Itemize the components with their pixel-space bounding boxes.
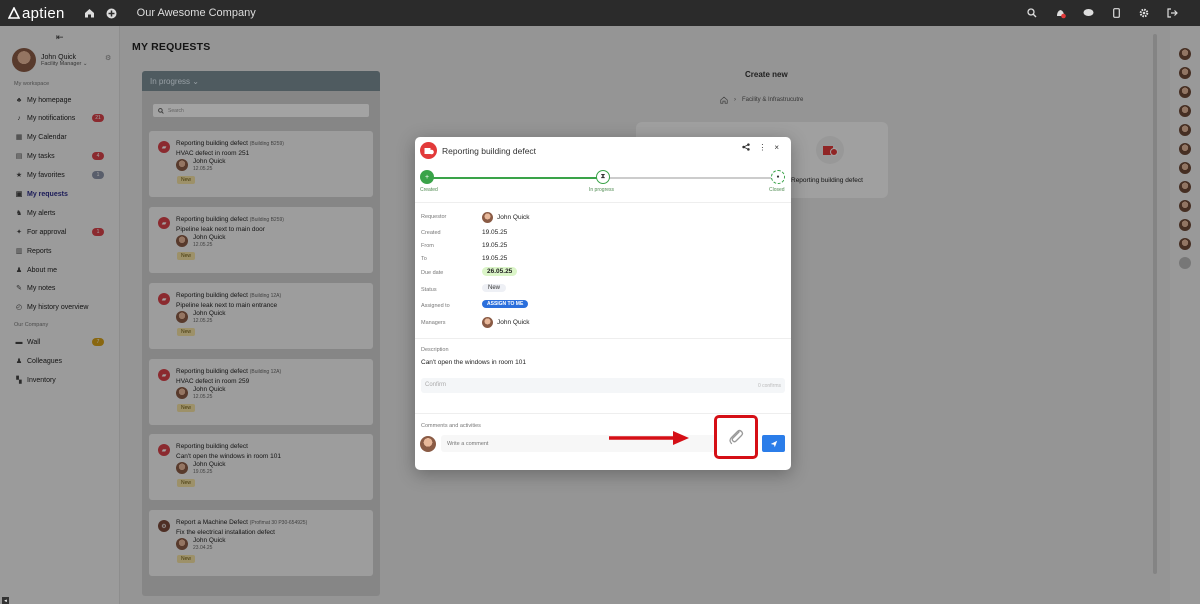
share-icon[interactable] — [742, 143, 751, 153]
avatar — [482, 317, 493, 328]
more-options-icon[interactable]: ⋮ — [758, 143, 766, 153]
status-label: Status — [421, 287, 437, 293]
step-created-icon[interactable]: + — [420, 170, 434, 184]
step-created-label: Created — [420, 187, 438, 193]
search-icon[interactable] — [1022, 8, 1042, 18]
request-detail-modal: Reporting building defect ⋮ × + ⧗ ● Crea… — [415, 137, 791, 470]
from-label: From — [421, 243, 434, 249]
annotation-arrow-icon — [609, 431, 689, 445]
description-text: Can't open the windows in room 101 — [421, 359, 526, 366]
to-value: 19.05.25 — [482, 255, 508, 262]
to-label: To — [421, 256, 427, 262]
logout-icon[interactable] — [1162, 8, 1182, 18]
confirm-button[interactable]: Confirm 0 confirms — [421, 378, 785, 393]
created-value: 19.05.25 — [482, 229, 508, 236]
step-closed-icon[interactable]: ● — [771, 170, 785, 184]
avatar — [420, 436, 436, 452]
requestor-label: Requestor — [421, 214, 447, 220]
step-closed-label: Closed — [769, 187, 785, 193]
send-comment-button[interactable] — [762, 435, 785, 452]
divider — [415, 338, 791, 339]
modal-title: Reporting building defect — [442, 146, 537, 156]
settings-icon[interactable] — [1134, 8, 1154, 18]
comment-input[interactable] — [441, 435, 755, 452]
app-logo[interactable]: aptien — [8, 5, 65, 22]
manager-value[interactable]: John Quick — [482, 317, 530, 328]
requestor-value[interactable]: John Quick — [482, 212, 530, 223]
progress-line-done — [427, 177, 603, 179]
assigned-to-label: Assigned to — [421, 303, 450, 309]
due-date-label: Due date — [421, 270, 444, 276]
avatar — [482, 212, 493, 223]
add-icon[interactable] — [101, 8, 123, 19]
status-badge: New — [482, 284, 507, 292]
attach-file-button[interactable] — [714, 415, 758, 459]
due-date-value[interactable]: 26.05.25 — [482, 267, 518, 276]
home-icon[interactable] — [79, 8, 101, 18]
company-name[interactable]: Our Awesome Company — [137, 7, 256, 19]
logo-text: aptien — [22, 4, 65, 22]
status-value[interactable]: New — [482, 284, 507, 292]
logo-icon — [8, 7, 20, 19]
divider — [415, 413, 791, 414]
mobile-icon[interactable] — [1106, 8, 1126, 18]
description-label: Description — [421, 347, 449, 353]
confirm-count: 0 confirms — [757, 383, 781, 389]
paperclip-icon — [729, 429, 744, 445]
step-in-progress-icon[interactable]: ⧗ — [596, 170, 610, 184]
comments-label: Comments and activities — [421, 423, 481, 429]
created-label: Created — [421, 230, 441, 236]
close-icon[interactable]: × — [774, 143, 779, 153]
assign-to-me-button[interactable]: ASSIGN TO ME — [482, 300, 529, 308]
managers-label: Managers — [421, 320, 446, 326]
alert-icon[interactable] — [1050, 8, 1070, 19]
progress-line-pending — [603, 177, 779, 179]
expand-icon[interactable]: ◂ — [2, 597, 9, 604]
send-icon — [770, 440, 777, 447]
divider — [415, 202, 791, 203]
from-value: 19.05.25 — [482, 242, 508, 249]
top-bar: aptien Our Awesome Company — [0, 0, 1200, 26]
step-in-progress-label: In progress — [589, 187, 615, 193]
defect-icon — [420, 142, 437, 159]
chat-icon[interactable] — [1078, 8, 1098, 18]
